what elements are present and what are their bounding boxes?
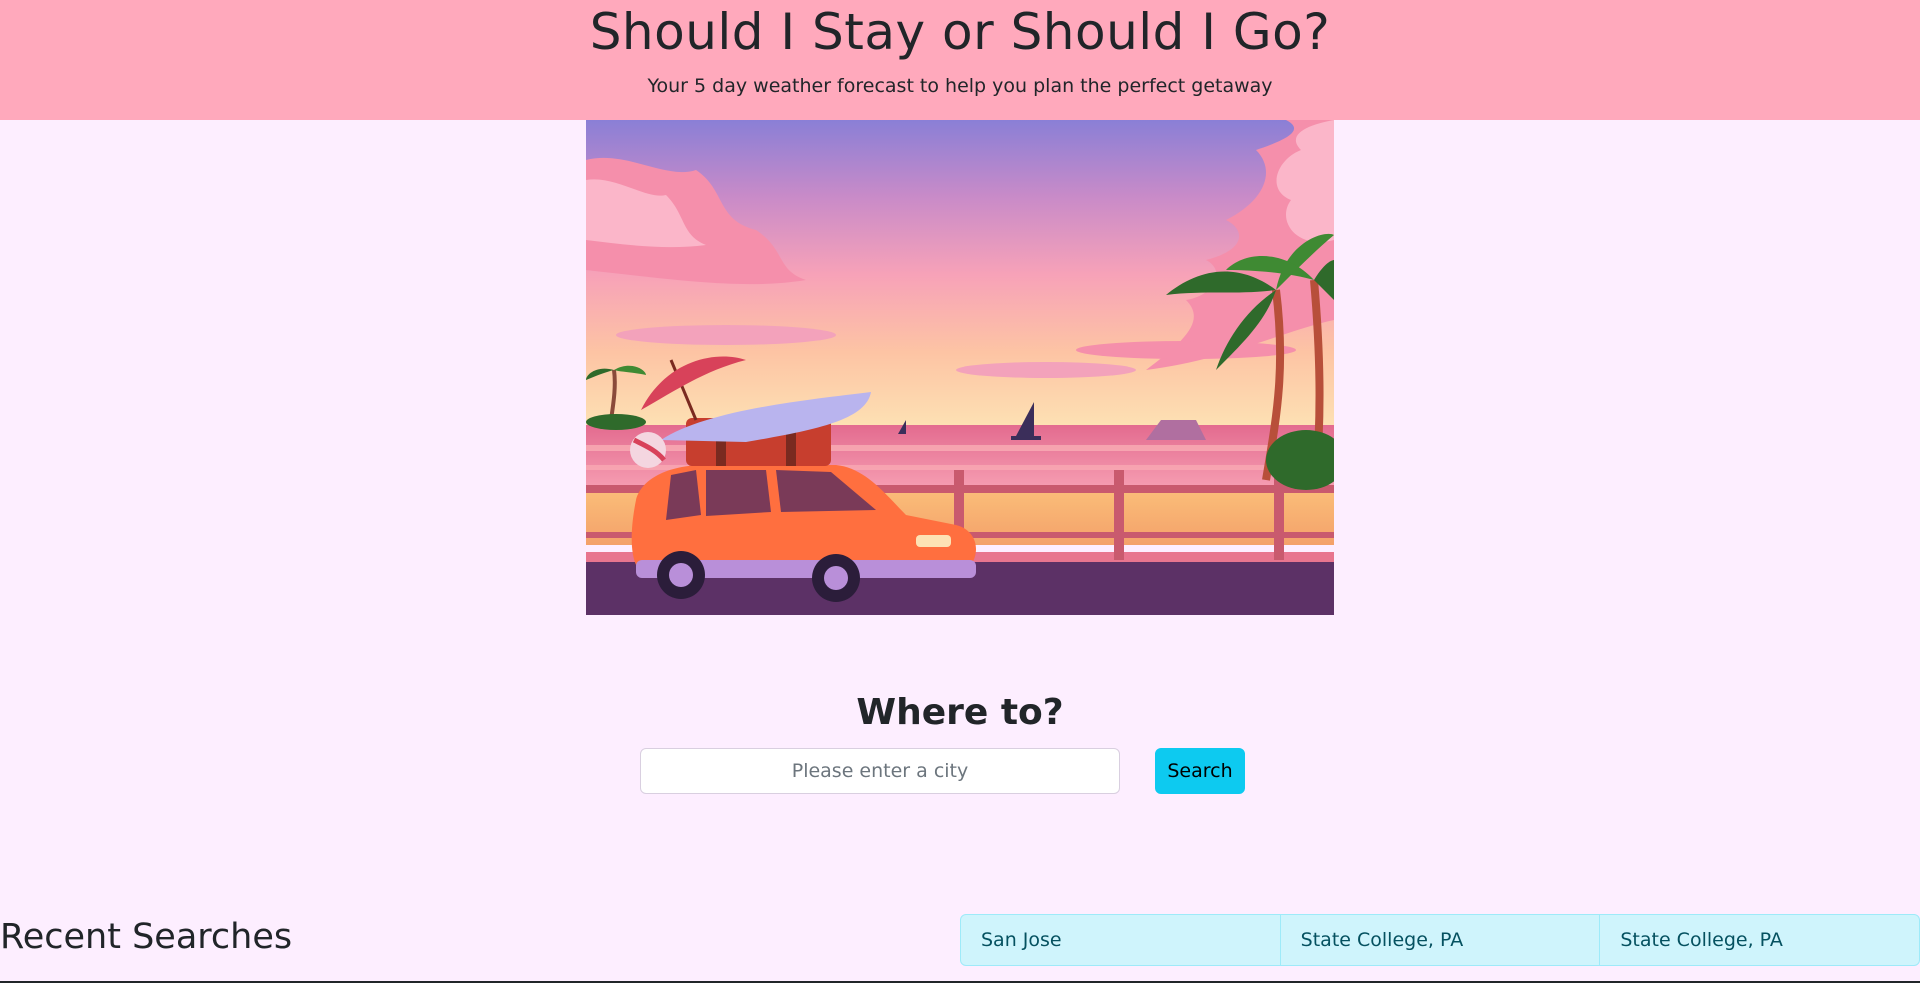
page-header: Should I Stay or Should I Go? Your 5 day… xyxy=(0,0,1920,120)
search-heading: Where to? xyxy=(856,692,1064,733)
recent-searches-heading: Recent Searches xyxy=(0,917,293,957)
recent-search-item[interactable]: San Jose xyxy=(961,915,1281,965)
search-button[interactable]: Search xyxy=(1155,748,1245,794)
recent-searches-list: San Jose State College, PA State College… xyxy=(960,914,1920,966)
page-title: Should I Stay or Should I Go? xyxy=(589,3,1331,61)
recent-search-item[interactable]: State College, PA xyxy=(1600,915,1919,965)
page-subtitle: Your 5 day weather forecast to help you … xyxy=(647,75,1273,97)
recent-search-item[interactable]: State College, PA xyxy=(1281,915,1601,965)
city-search-input[interactable] xyxy=(640,748,1120,794)
hero-image xyxy=(586,120,1334,615)
